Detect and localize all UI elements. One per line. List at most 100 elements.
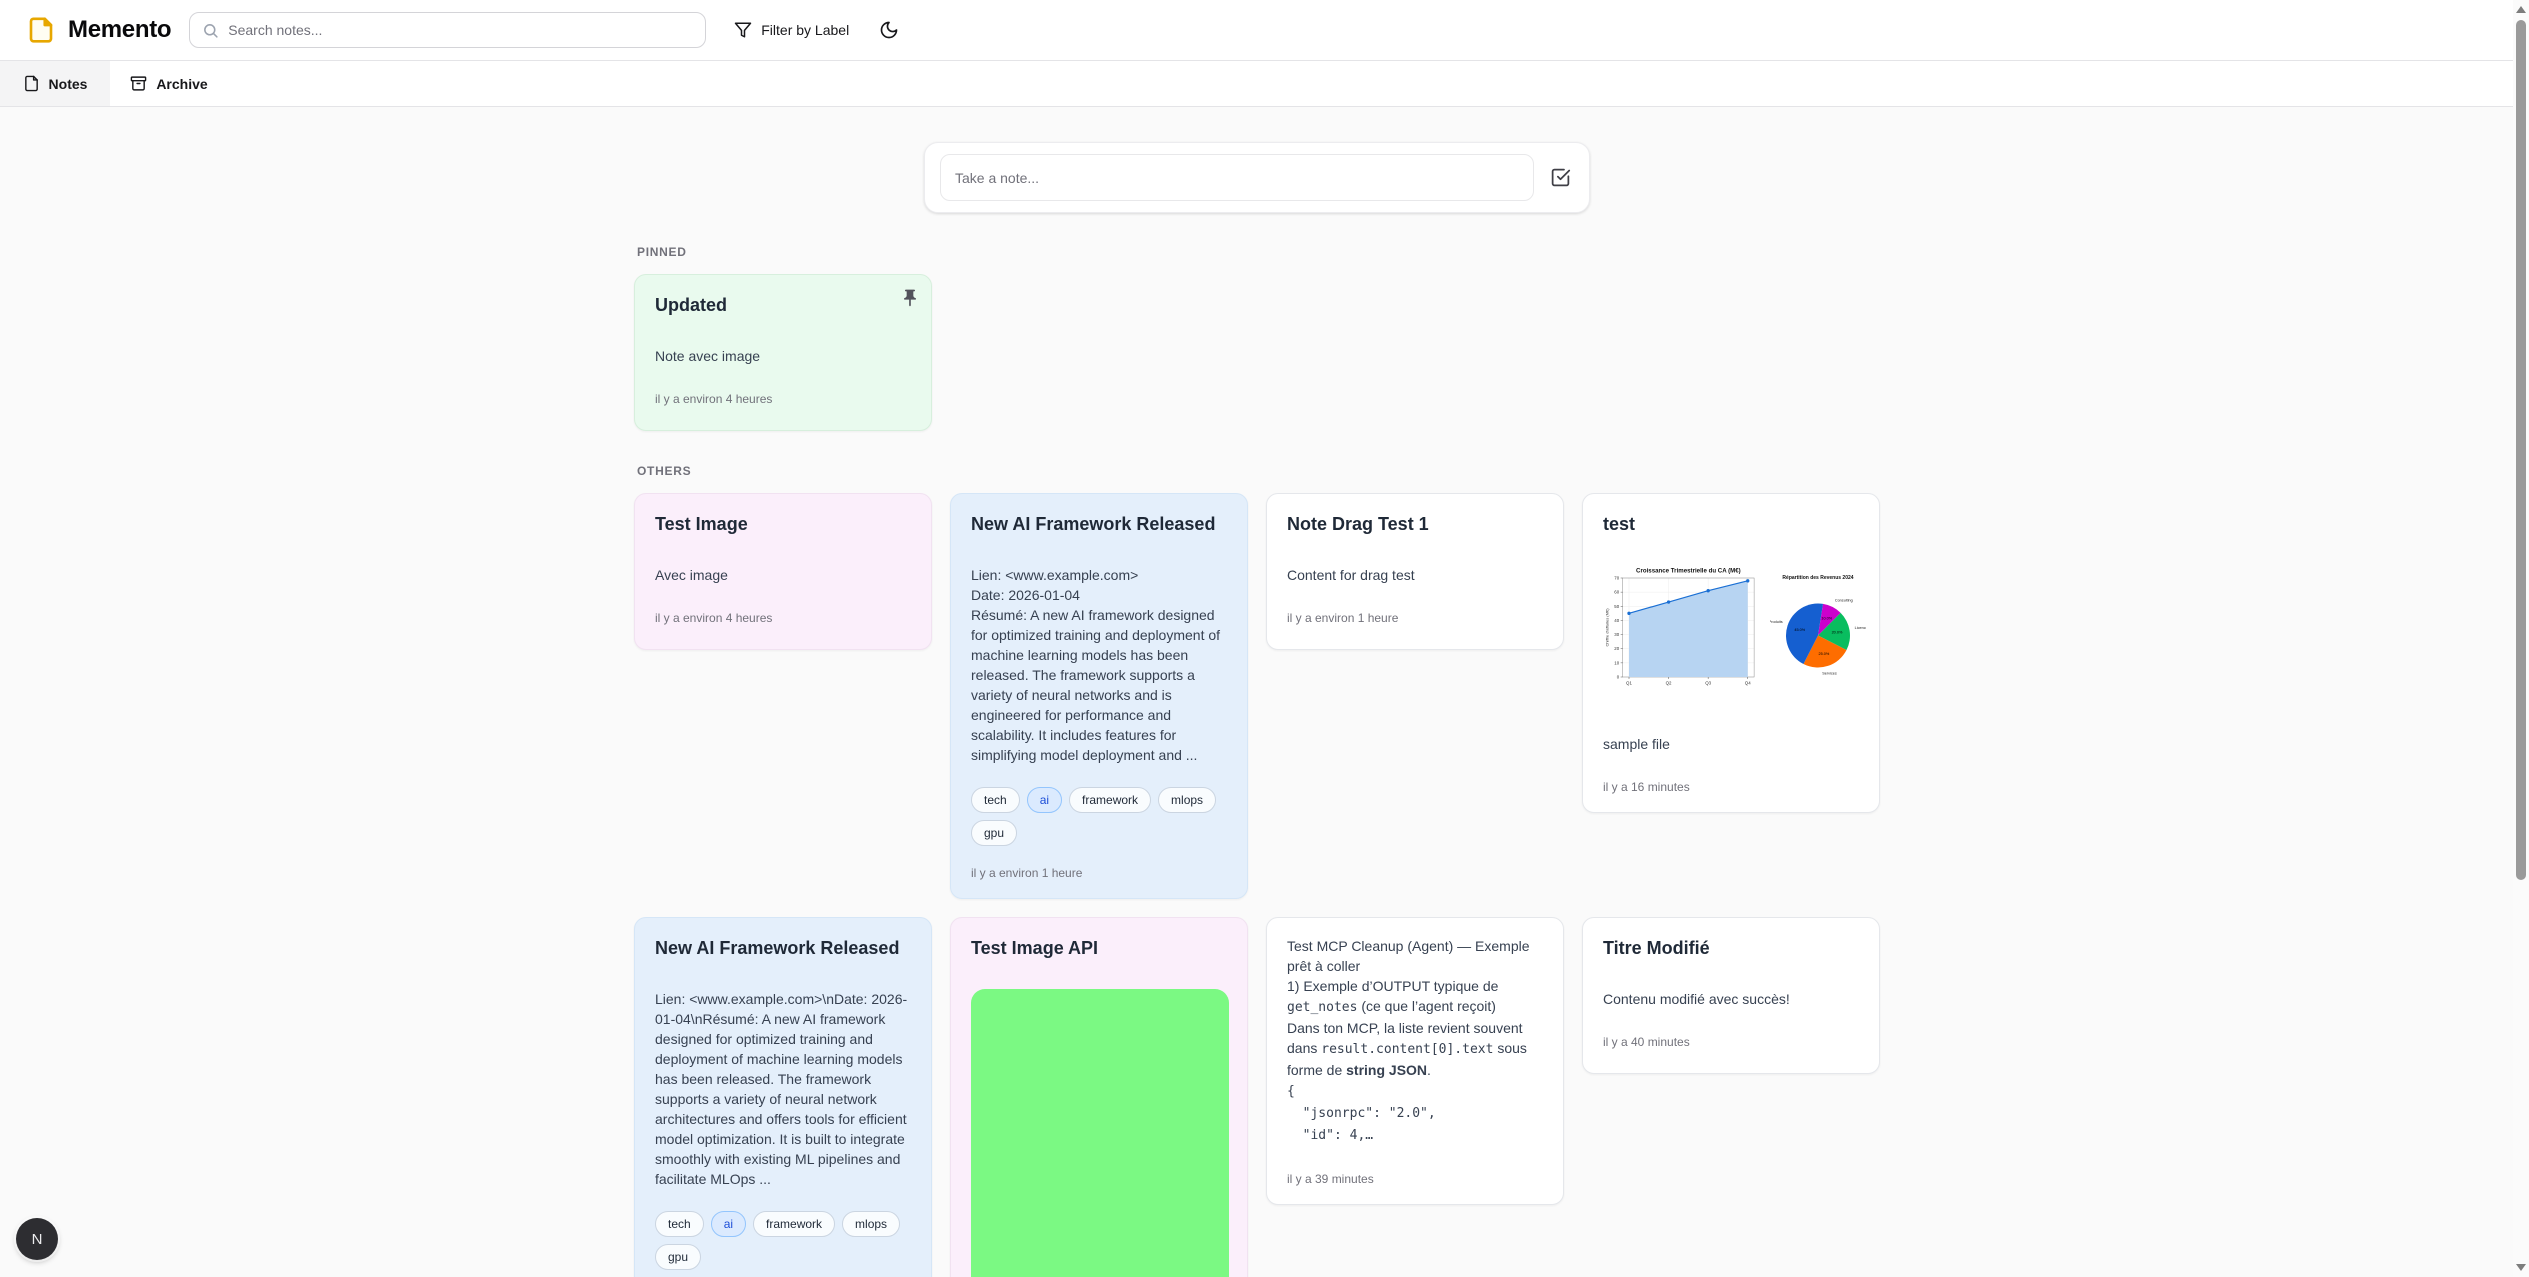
pinned-section-label: PINNED	[637, 245, 1880, 259]
svg-text:Licences: Licences	[1855, 626, 1866, 630]
attachment-image[interactable]	[971, 989, 1229, 1277]
note-title: New AI Framework Released	[655, 936, 911, 961]
note-card[interactable]: test010203040506070Q1Q2Q3Q4Croissance Tr…	[1582, 493, 1880, 813]
main-content: PINNED Updated Note avec image il y a envi…	[634, 142, 1880, 1277]
svg-text:40: 40	[1614, 618, 1619, 623]
take-a-note-input[interactable]	[940, 154, 1534, 201]
others-notes-grid: Test Image Avec image il y a environ 4 heu…	[634, 493, 1880, 1277]
svg-text:25.0%: 25.0%	[1819, 652, 1830, 656]
note-composer[interactable]	[924, 142, 1590, 213]
pin-button[interactable]	[900, 288, 920, 311]
note-card[interactable]: Updated Note avec image il y a environ 4 h…	[634, 274, 932, 431]
others-section-label: OTHERS	[637, 464, 1880, 478]
notes-tab-icon	[23, 75, 40, 92]
svg-text:Services: Services	[1822, 671, 1837, 675]
filter-by-label-button[interactable]: Filter by Label	[734, 21, 849, 39]
svg-text:Chiffre d'affaires (M€): Chiffre d'affaires (M€)	[1604, 608, 1609, 647]
svg-text:30: 30	[1614, 632, 1619, 637]
search-input[interactable]	[228, 22, 693, 38]
filter-button-label: Filter by Label	[761, 22, 849, 38]
search-icon	[202, 22, 219, 39]
label-pill[interactable]: gpu	[655, 1244, 701, 1270]
note-card[interactable]: Test Image Avec image il y a environ 4 heu…	[634, 493, 932, 650]
tab-notes-label: Notes	[49, 76, 88, 92]
note-title: Note Drag Test 1	[1287, 512, 1543, 537]
svg-text:Q1: Q1	[1626, 680, 1632, 685]
note-timestamp: il y a environ 4 heures	[655, 392, 911, 406]
label-pill[interactable]: ai	[711, 1211, 746, 1237]
note-timestamp: il y a environ 1 heure	[971, 866, 1227, 880]
app-title: Memento	[68, 16, 171, 44]
note-card[interactable]: Test Image API	[950, 917, 1248, 1277]
dark-mode-toggle[interactable]	[879, 20, 899, 40]
checkbox-icon	[1550, 167, 1571, 188]
scrollbar-down-arrow[interactable]	[2516, 1264, 2526, 1271]
tab-notes[interactable]: Notes	[0, 61, 110, 106]
note-content: Content for drag test	[1287, 565, 1543, 585]
svg-text:Croissance Trimestrielle du CA: Croissance Trimestrielle du CA (M€)	[1636, 567, 1741, 574]
note-title: Updated	[655, 293, 911, 318]
svg-text:60: 60	[1614, 590, 1619, 595]
note-attachments: 010203040506070Q1Q2Q3Q4Croissance Trimes…	[1603, 565, 1859, 690]
svg-text:Q2: Q2	[1666, 680, 1672, 685]
note-content: Note avec image	[655, 346, 911, 366]
label-pill[interactable]: tech	[655, 1211, 704, 1237]
note-content: Avec image	[655, 565, 911, 585]
note-title: New AI Framework Released	[971, 512, 1227, 537]
label-pill[interactable]: mlops	[1158, 787, 1216, 813]
label-pill[interactable]: ai	[1027, 787, 1062, 813]
tab-archive[interactable]: Archive	[110, 61, 228, 106]
svg-text:Q3: Q3	[1705, 680, 1711, 685]
svg-text:Q4: Q4	[1745, 680, 1751, 685]
note-content: Contenu modifié avec succès!	[1603, 989, 1859, 1009]
svg-text:45.0%: 45.0%	[1794, 628, 1805, 632]
label-pill[interactable]: tech	[971, 787, 1020, 813]
note-timestamp: il y a 39 minutes	[1287, 1172, 1543, 1186]
attachment-pie-chart-image[interactable]: 10.0% Consulting 20.0% Licences 25.0% Service…	[1770, 565, 1866, 690]
attachment-line-chart-image[interactable]: 010203040506070Q1Q2Q3Q4Croissance Trimes…	[1603, 565, 1760, 690]
tab-archive-label: Archive	[156, 76, 207, 92]
pushpin-icon	[900, 288, 920, 308]
svg-text:10: 10	[1614, 660, 1619, 665]
note-card[interactable]: Test MCP Cleanup (Agent) — Exemple prêt …	[1266, 917, 1564, 1205]
note-card[interactable]: New AI Framework Released Lien: <www.exam…	[634, 917, 932, 1277]
svg-text:Consulting: Consulting	[1835, 599, 1853, 603]
label-pill[interactable]: framework	[1069, 787, 1151, 813]
label-pill[interactable]: gpu	[971, 820, 1017, 846]
note-card[interactable]: Note Drag Test 1 Content for drag test il …	[1266, 493, 1564, 650]
user-avatar-button[interactable]: N	[16, 1218, 58, 1260]
avatar-initial: N	[32, 1231, 43, 1248]
note-labels: techai framework mlops gpu	[971, 787, 1227, 846]
vertical-scrollbar[interactable]	[2513, 0, 2529, 1277]
scrollbar-thumb[interactable]	[2516, 20, 2526, 880]
note-content: Lien: <www.example.com>\nDate: 2026-01-0…	[655, 989, 911, 1189]
svg-text:Produits: Produits	[1770, 620, 1783, 624]
label-pill[interactable]: mlops	[842, 1211, 900, 1237]
note-timestamp: il y a 40 minutes	[1603, 1035, 1859, 1049]
note-title: Titre Modifié	[1603, 936, 1859, 961]
scrollbar-up-arrow[interactable]	[2516, 6, 2526, 13]
note-timestamp: il y a environ 4 heures	[655, 611, 911, 625]
filter-icon	[734, 21, 752, 39]
svg-text:20.0%: 20.0%	[1832, 631, 1843, 635]
svg-text:50: 50	[1614, 604, 1619, 609]
archive-tab-icon	[130, 75, 147, 92]
note-card[interactable]: New AI Framework ReleasedLien: <www.exam…	[950, 493, 1248, 899]
app-logo-icon	[26, 15, 56, 45]
tab-bar: Notes Archive	[0, 61, 2529, 107]
note-content: sample file	[1603, 734, 1859, 754]
note-title: Test Image	[655, 512, 911, 537]
note-timestamp: il y a 16 minutes	[1603, 780, 1859, 794]
note-labels: techai framework mlops gpu	[655, 1211, 911, 1270]
search-box[interactable]	[189, 12, 706, 48]
svg-text:20: 20	[1614, 646, 1619, 651]
note-card[interactable]: Titre Modifié Contenu modifié avec succès…	[1582, 917, 1880, 1074]
note-title: Test Image API	[971, 936, 1227, 961]
note-timestamp: il y a environ 1 heure	[1287, 611, 1543, 625]
moon-icon	[879, 20, 899, 40]
svg-text:Répartition des Revenus 2024: Répartition des Revenus 2024	[1782, 575, 1853, 581]
app-header: Memento Filter by Label	[0, 0, 2529, 61]
label-pill[interactable]: framework	[753, 1211, 835, 1237]
add-checklist-button[interactable]	[1546, 163, 1575, 192]
svg-text:10.0%: 10.0%	[1821, 617, 1832, 621]
